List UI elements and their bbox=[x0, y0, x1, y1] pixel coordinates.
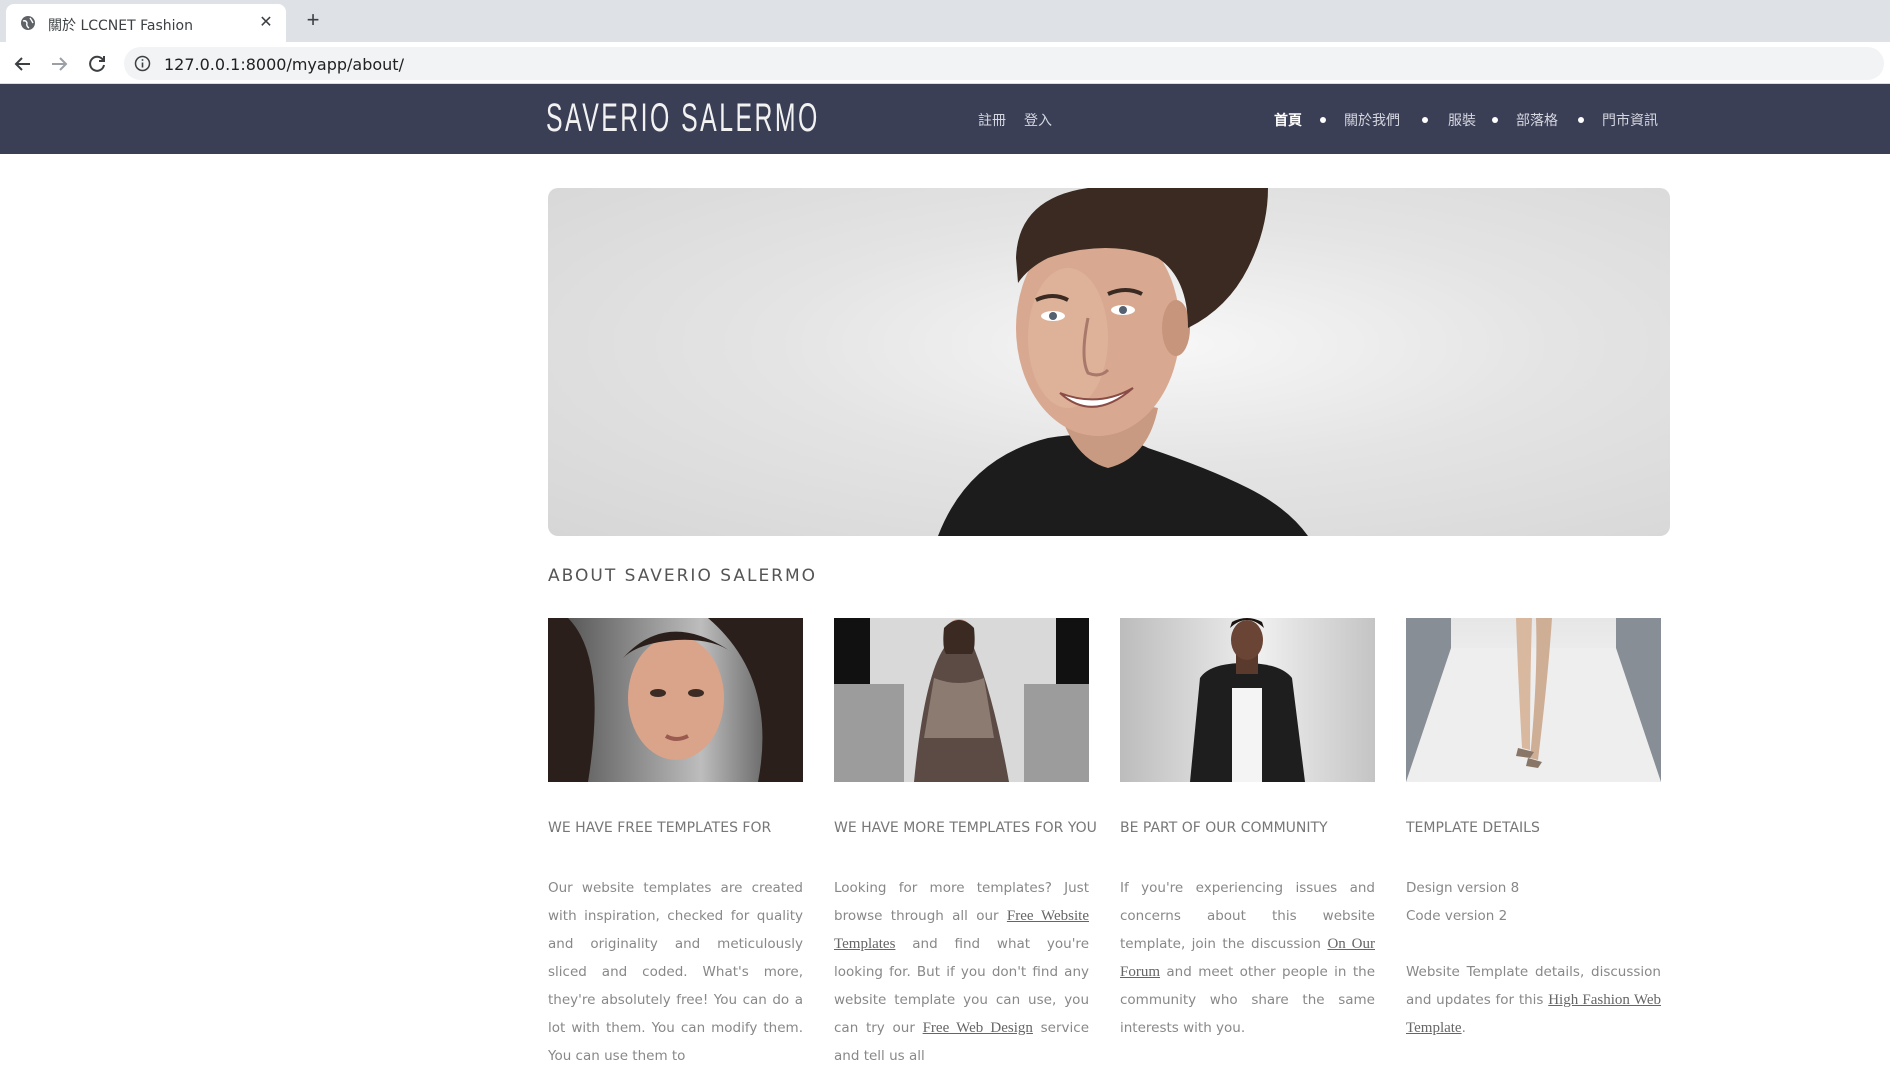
nav-separator bbox=[1320, 117, 1326, 123]
free-web-design-link[interactable]: Free Web Design bbox=[923, 1020, 1033, 1036]
runway-photo bbox=[1406, 618, 1661, 782]
nav-separator bbox=[1578, 117, 1584, 123]
hero-image bbox=[548, 188, 1670, 536]
column-paragraph: If you're experiencing issues and concer… bbox=[1120, 874, 1375, 1042]
browser-tab[interactable]: 關於 LCCNET Fashion ✕ bbox=[6, 4, 286, 42]
login-link[interactable]: 登入 bbox=[1024, 110, 1052, 130]
feature-column-more-templates: WE HAVE MORE TEMPLATES FOR YOU Looking f… bbox=[834, 618, 1097, 1070]
column-text: Our website templates are created with i… bbox=[548, 874, 803, 1070]
back-icon[interactable] bbox=[10, 51, 36, 77]
forward-icon[interactable] bbox=[46, 51, 72, 77]
reload-icon[interactable] bbox=[84, 51, 110, 77]
feature-column-free-templates: WE HAVE FREE TEMPLATES FOR Our website t… bbox=[548, 618, 803, 1070]
nav-separator bbox=[1422, 117, 1428, 123]
nav-item-clothing[interactable]: 服裝 bbox=[1448, 110, 1476, 130]
model-photo-2 bbox=[834, 618, 1089, 782]
info-icon[interactable] bbox=[134, 55, 151, 72]
site-header: SAVERIO SALERMO 註冊 登入 首頁 關於我們 服裝 部落格 門市資… bbox=[0, 84, 1890, 154]
column-heading: TEMPLATE DETAILS bbox=[1406, 820, 1540, 836]
column-text: Looking for more templates? Just browse … bbox=[834, 874, 1089, 1070]
column-text: If you're experiencing issues and concer… bbox=[1120, 874, 1375, 1042]
model-photo-3 bbox=[1120, 618, 1375, 782]
column-text: Design version 8 Code version 2 Website … bbox=[1406, 874, 1661, 1042]
column-paragraph: Our website templates are created with i… bbox=[548, 880, 803, 1064]
browser-toolbar: 127.0.0.1:8000/myapp/about/ bbox=[0, 42, 1890, 84]
site-logo[interactable]: SAVERIO SALERMO bbox=[546, 96, 820, 141]
column-heading: WE HAVE MORE TEMPLATES FOR YOU bbox=[834, 820, 1097, 836]
tab-close-button[interactable]: ✕ bbox=[256, 13, 276, 33]
nav-item-about[interactable]: 關於我們 bbox=[1344, 110, 1400, 130]
text-segment: . bbox=[1461, 1020, 1466, 1036]
column-paragraph: Website Template details, discussion and… bbox=[1406, 958, 1661, 1042]
column-heading: BE PART OF OUR COMMUNITY bbox=[1120, 820, 1328, 836]
hero-portrait-illustration bbox=[938, 188, 1308, 536]
nav-item-blog[interactable]: 部落格 bbox=[1516, 110, 1558, 130]
address-bar[interactable]: 127.0.0.1:8000/myapp/about/ bbox=[124, 47, 1884, 80]
globe-icon bbox=[21, 16, 35, 30]
design-version: Design version 8 bbox=[1406, 880, 1520, 896]
feature-column-template-details: TEMPLATE DETAILS Design version 8 Code v… bbox=[1406, 618, 1661, 1042]
nav-separator bbox=[1492, 117, 1498, 123]
column-heading: WE HAVE FREE TEMPLATES FOR bbox=[548, 820, 772, 836]
nav-item-home[interactable]: 首頁 bbox=[1274, 110, 1302, 130]
new-tab-button[interactable]: + bbox=[300, 8, 326, 34]
tab-title: 關於 LCCNET Fashion bbox=[48, 18, 193, 34]
about-section-title: ABOUT SAVERIO SALERMO bbox=[548, 566, 818, 586]
column-paragraph: Looking for more templates? Just browse … bbox=[834, 874, 1089, 1070]
browser-tab-bar: 關於 LCCNET Fashion ✕ + bbox=[0, 0, 1890, 42]
model-photo-1 bbox=[548, 618, 803, 782]
nav-item-stores[interactable]: 門市資訊 bbox=[1602, 110, 1658, 130]
url-text[interactable]: 127.0.0.1:8000/myapp/about/ bbox=[164, 55, 404, 74]
feature-column-community: BE PART OF OUR COMMUNITY If you're exper… bbox=[1120, 618, 1375, 1042]
code-version: Code version 2 bbox=[1406, 908, 1508, 924]
register-link[interactable]: 註冊 bbox=[978, 110, 1006, 130]
